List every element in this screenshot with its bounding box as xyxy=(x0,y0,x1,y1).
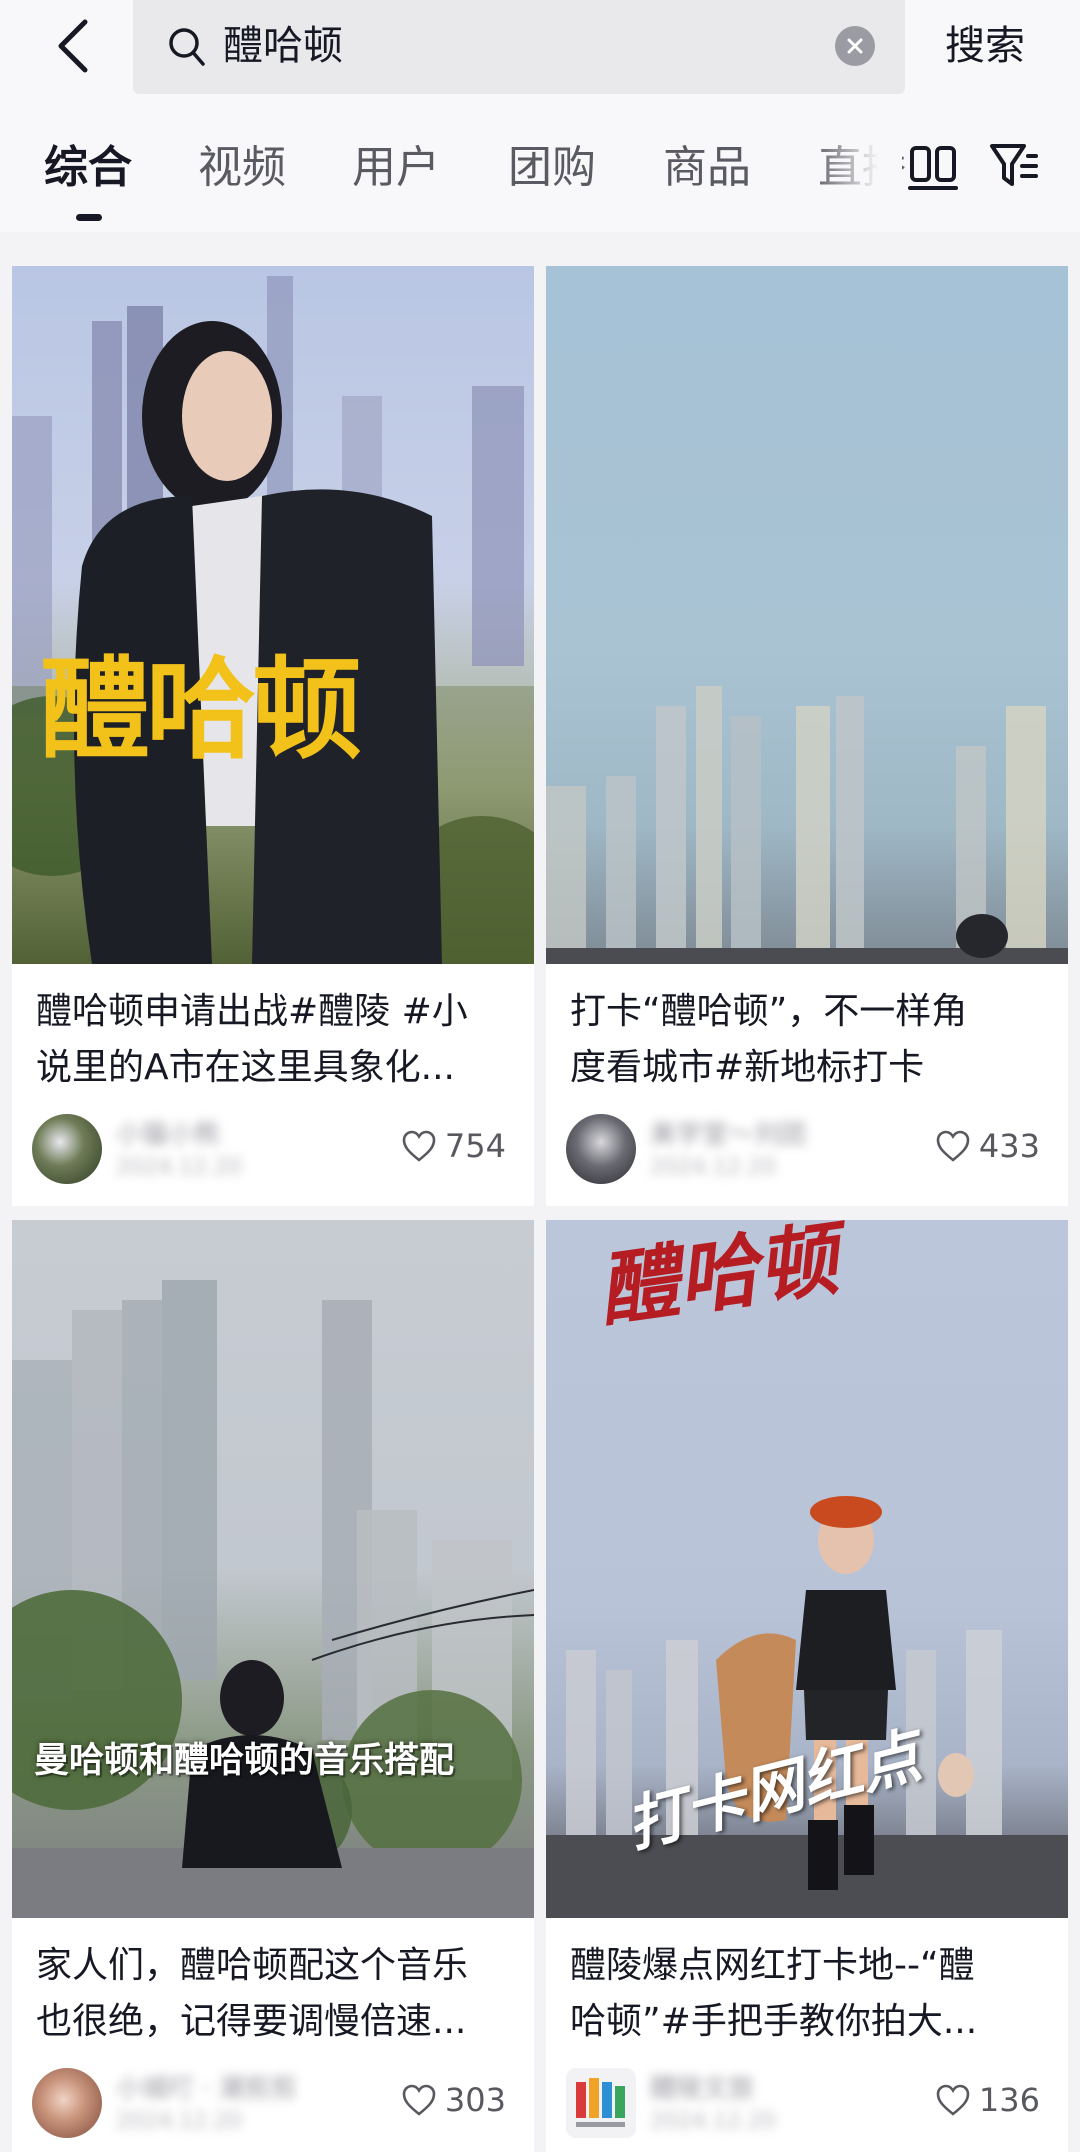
author-name: 美学堂～刘团 xyxy=(650,1120,807,1150)
thumbnail-illustration xyxy=(12,276,534,964)
post-date: 2024.12.20 xyxy=(650,1155,776,1180)
heart-icon xyxy=(402,1130,436,1162)
thumbnail-illustration xyxy=(546,686,1068,964)
search-icon xyxy=(169,28,205,66)
like-counter[interactable]: 754 xyxy=(401,1124,506,1168)
video-thumbnail[interactable]: 醴哈顿 xyxy=(12,266,534,964)
heart-icon xyxy=(402,2084,436,2116)
heart-icon xyxy=(936,1130,970,1162)
post-date: 2024.12.20 xyxy=(650,2109,776,2134)
heart-icon xyxy=(936,2084,970,2116)
card-title[interactable]: 家人们，醴哈顿配这个音乐 也很绝，记得要调慢倍速... xyxy=(36,1938,516,2050)
thumbnail-overlay-text: 醴哈顿 xyxy=(40,646,362,774)
close-icon xyxy=(847,38,863,54)
tab-video[interactable]: 视频 xyxy=(198,138,286,198)
avatar[interactable] xyxy=(32,2068,102,2138)
search-query-text[interactable]: 醴哈顿 xyxy=(223,18,343,74)
active-tab-indicator xyxy=(76,214,102,221)
tab-comprehensive[interactable]: 综合 xyxy=(44,138,132,198)
clear-search-button[interactable] xyxy=(835,26,875,66)
card-title[interactable]: 醴哈顿申请出战#醴陵 #小 说里的A市在这里具象化... xyxy=(36,984,516,1096)
post-date: 2024.12.20 xyxy=(116,2109,242,2134)
like-counter[interactable]: 303 xyxy=(401,2078,506,2122)
likes-count: 136 xyxy=(978,2081,1040,2119)
like-counter[interactable]: 433 xyxy=(935,1124,1040,1168)
video-card[interactable]: 打卡“醴哈顿”，不一样角 度看城市#新地标打卡 美学堂～刘团 2024.12.2… xyxy=(546,266,1068,1206)
video-card[interactable]: 曼哈顿和醴哈顿的音乐搭配 家人们，醴哈顿配这个音乐 也很绝，记得要调慢倍速...… xyxy=(12,1220,534,2152)
author-name: 醴陵文旅 xyxy=(650,2074,755,2104)
video-card[interactable]: 醴哈顿 打卡网红点 醴陵爆点网红打卡地--“醴 哈顿”#手把手教你拍大... 醴… xyxy=(546,1220,1068,2152)
avatar[interactable] xyxy=(566,1114,636,1184)
thumbnail-illustration xyxy=(12,1280,534,1918)
tab-products[interactable]: 商品 xyxy=(663,138,751,198)
tab-users[interactable]: 用户 xyxy=(352,138,440,198)
post-date: 2024.12.20 xyxy=(116,1155,242,1180)
tab-group-buy[interactable]: 团购 xyxy=(508,138,596,198)
avatar[interactable] xyxy=(32,1114,102,1184)
thumbnail-overlay-text: 曼哈顿和醴哈顿的音乐搭配 xyxy=(34,1741,455,1781)
logo-icon xyxy=(576,2078,625,2127)
likes-count: 433 xyxy=(978,1127,1040,1165)
author-name: 小城叮 · 潮剪剪 xyxy=(116,2074,297,2104)
video-card[interactable]: 醴哈顿 醴哈顿申请出战#醴陵 #小 说里的A市在这里具象化... 小猫小熊 20… xyxy=(12,266,534,1206)
video-thumbnail[interactable] xyxy=(546,266,1068,964)
search-button[interactable]: 搜索 xyxy=(945,18,1025,74)
likes-count: 754 xyxy=(444,1127,506,1165)
avatar[interactable] xyxy=(566,2068,636,2138)
tab-fade-overlay xyxy=(812,124,902,214)
video-thumbnail[interactable]: 醴哈顿 打卡网红点 xyxy=(546,1220,1068,1918)
card-title[interactable]: 打卡“醴哈顿”，不一样角 度看城市#新地标打卡 xyxy=(570,984,1050,1096)
search-input[interactable]: 醴哈顿 xyxy=(133,0,905,94)
video-thumbnail[interactable]: 曼哈顿和醴哈顿的音乐搭配 xyxy=(12,1220,534,1918)
like-counter[interactable]: 136 xyxy=(935,2078,1040,2122)
back-button[interactable] xyxy=(38,10,108,82)
double-column-layout-icon[interactable] xyxy=(908,142,958,192)
filter-icon[interactable] xyxy=(988,140,1042,194)
author-name: 小猫小熊 xyxy=(116,1120,221,1150)
card-title[interactable]: 醴陵爆点网红打卡地--“醴 哈顿”#手把手教你拍大... xyxy=(570,1938,1050,2050)
chevron-left-icon xyxy=(58,19,88,73)
top-bar: 醴哈顿 搜索 xyxy=(0,0,1080,112)
likes-count: 303 xyxy=(444,2081,506,2119)
